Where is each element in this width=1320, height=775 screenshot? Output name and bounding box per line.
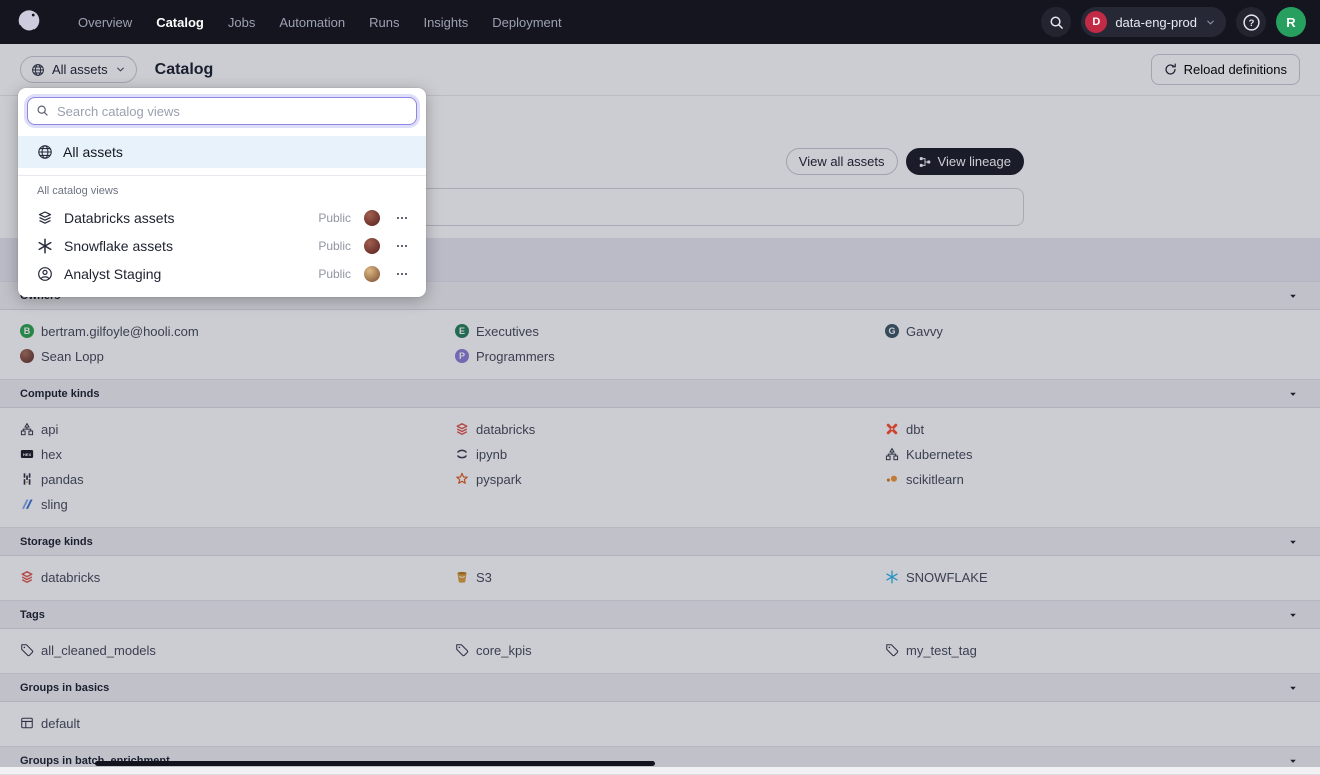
topnav-item-jobs[interactable]: Jobs bbox=[218, 11, 265, 34]
topnav-item-catalog[interactable]: Catalog bbox=[146, 11, 214, 34]
top-nav: OverviewCatalogJobsAutomationRunsInsight… bbox=[0, 0, 1320, 44]
view-owner-avatar bbox=[364, 210, 380, 226]
more-options-icon[interactable] bbox=[393, 237, 411, 255]
globe-icon bbox=[37, 144, 53, 160]
horizontal-scrollbar[interactable] bbox=[95, 761, 655, 766]
catalog-views-dropdown: All assets All catalog views Databricks … bbox=[18, 88, 426, 297]
deployment-badge: D bbox=[1085, 11, 1107, 33]
visibility-label: Public bbox=[318, 239, 351, 253]
deployment-label: data-eng-prod bbox=[1115, 15, 1197, 30]
snowflake-dark-icon bbox=[37, 238, 53, 254]
catalog-view-analyst-staging[interactable]: Analyst Staging Public bbox=[18, 260, 426, 288]
dropdown-divider bbox=[18, 175, 426, 176]
selected-view-label: All assets bbox=[63, 144, 123, 160]
catalog-views-search-input[interactable] bbox=[27, 97, 417, 125]
dagster-logo-icon[interactable] bbox=[14, 7, 44, 37]
catalog-view-name: Databricks assets bbox=[64, 210, 174, 226]
search-icon bbox=[36, 104, 49, 117]
topnav-item-automation[interactable]: Automation bbox=[269, 11, 355, 34]
layers-stack-icon bbox=[37, 210, 53, 226]
view-owner-avatar bbox=[364, 266, 380, 282]
view-row-meta: Public bbox=[318, 237, 411, 255]
topnav-item-deployment[interactable]: Deployment bbox=[482, 11, 571, 34]
topnav-right: D data-eng-prod ? R bbox=[1041, 7, 1306, 37]
search-icon[interactable] bbox=[1041, 7, 1071, 37]
view-owner-avatar bbox=[364, 238, 380, 254]
svg-text:?: ? bbox=[1248, 17, 1254, 28]
deployment-switcher[interactable]: D data-eng-prod bbox=[1081, 7, 1226, 37]
catalog-view-name: Analyst Staging bbox=[64, 266, 161, 282]
more-options-icon[interactable] bbox=[393, 265, 411, 283]
visibility-label: Public bbox=[318, 211, 351, 225]
person-circle-icon bbox=[37, 266, 53, 282]
catalog-view-databricks-assets[interactable]: Databricks assets Public bbox=[18, 204, 426, 232]
chevron-down-icon bbox=[1205, 17, 1216, 28]
help-icon[interactable]: ? bbox=[1236, 7, 1266, 37]
view-row-meta: Public bbox=[318, 265, 411, 283]
more-options-icon[interactable] bbox=[393, 209, 411, 227]
view-row-meta: Public bbox=[318, 209, 411, 227]
catalog-views-list: Databricks assets Public Snowflake assets P… bbox=[18, 204, 426, 288]
topnav-item-runs[interactable]: Runs bbox=[359, 11, 409, 34]
dropdown-search-wrap bbox=[18, 88, 426, 136]
visibility-label: Public bbox=[318, 267, 351, 281]
catalog-view-snowflake-assets[interactable]: Snowflake assets Public bbox=[18, 232, 426, 260]
topnav-items: OverviewCatalogJobsAutomationRunsInsight… bbox=[68, 11, 572, 34]
topnav-item-overview[interactable]: Overview bbox=[68, 11, 142, 34]
catalog-view-name: Snowflake assets bbox=[64, 238, 173, 254]
topnav-item-insights[interactable]: Insights bbox=[413, 11, 478, 34]
catalog-view-all-assets[interactable]: All assets bbox=[18, 136, 426, 168]
views-section-label: All catalog views bbox=[18, 181, 426, 204]
user-avatar[interactable]: R bbox=[1276, 7, 1306, 37]
